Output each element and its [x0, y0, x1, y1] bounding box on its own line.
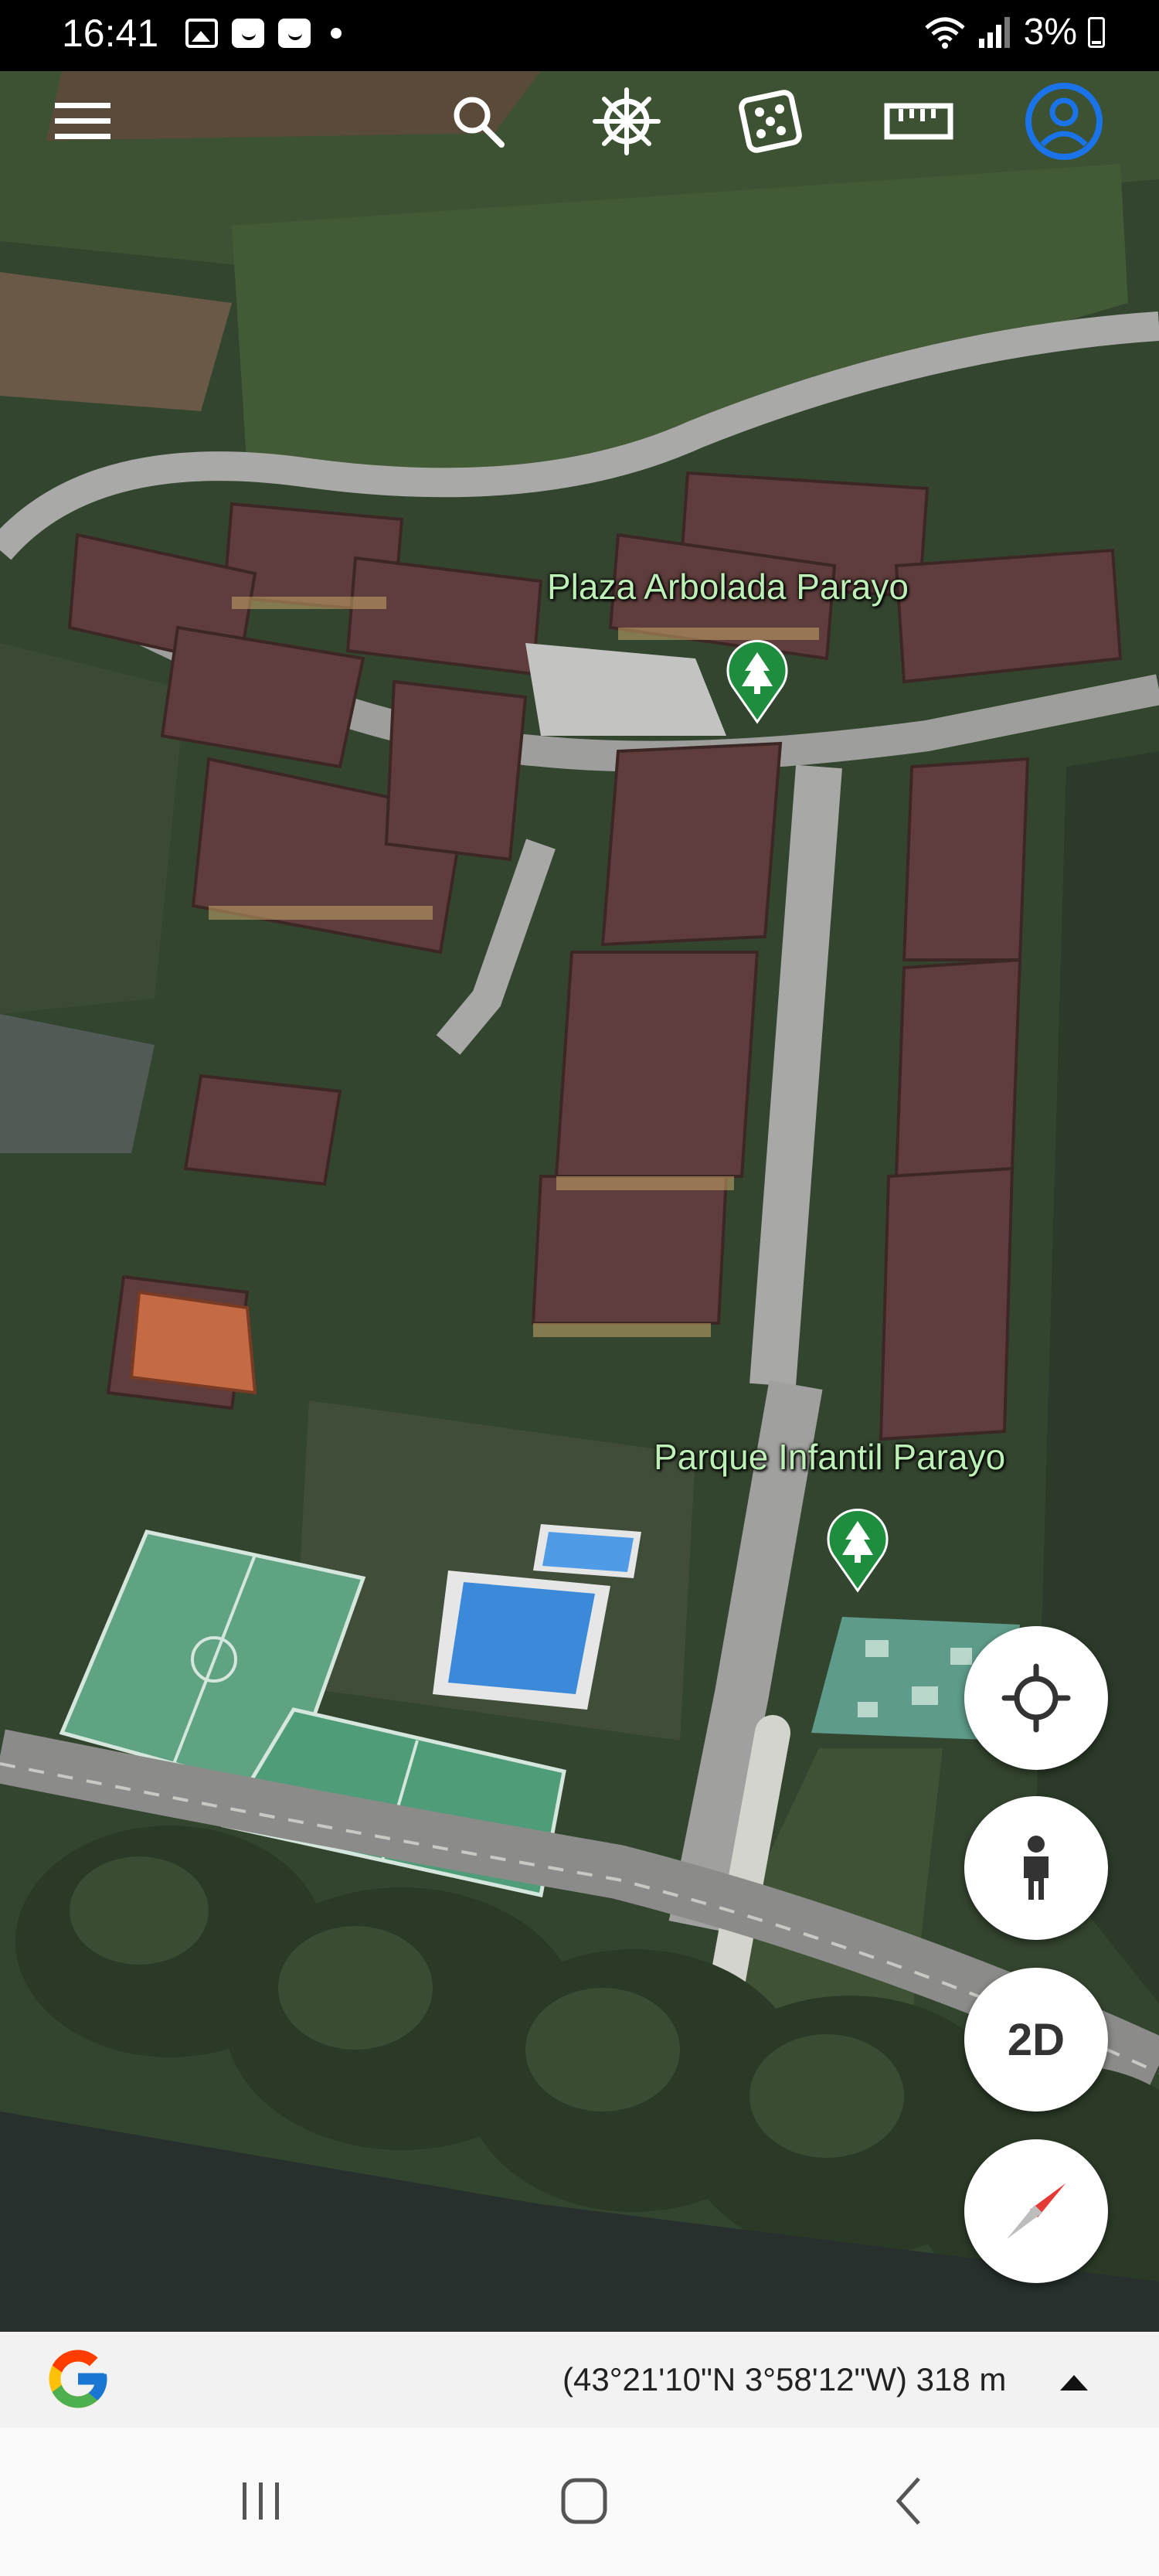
measure-button[interactable]	[876, 71, 961, 172]
ship-wheel-icon	[593, 87, 661, 155]
feeling-lucky-button[interactable]	[728, 71, 813, 172]
crosshair-icon	[1001, 1663, 1071, 1733]
signal-icon	[978, 16, 1010, 48]
voyager-button[interactable]	[584, 71, 669, 172]
smile-icon	[232, 19, 264, 48]
map-toolbar	[0, 71, 1159, 172]
status-bar: 16:41 3%	[0, 0, 1159, 71]
image-icon	[185, 19, 218, 48]
compass-icon	[1007, 2183, 1066, 2239]
system-nav-bar	[0, 2428, 1159, 2576]
coordinates-readout: (43°21'10"N 3°58'12"W) 318 m	[563, 2361, 1007, 2397]
view-mode-button[interactable]: 2D	[964, 1968, 1108, 2112]
smile-icon	[278, 19, 311, 48]
tree-pin-icon[interactable]	[827, 1509, 889, 1594]
compass-button[interactable]	[964, 2139, 1108, 2283]
recent-apps-button[interactable]	[215, 2459, 308, 2544]
back-button[interactable]	[862, 2459, 955, 2544]
home-button[interactable]	[538, 2459, 630, 2544]
pegman-icon	[1024, 1836, 1049, 1900]
status-right: 3%	[923, 11, 1105, 53]
account-button[interactable]	[1021, 71, 1106, 172]
info-bar: (43°21'10"N 3°58'12"W) 318 m	[0, 2332, 1159, 2428]
menu-icon	[55, 103, 110, 139]
more-notifications-dot	[331, 28, 342, 39]
status-time: 16:41	[62, 12, 159, 55]
view-mode-label: 2D	[1007, 2014, 1066, 2065]
dice-icon	[739, 90, 802, 153]
recent-apps-icon	[243, 2482, 279, 2520]
my-location-button[interactable]	[964, 1626, 1108, 1770]
place-label-parque[interactable]: Parque Infantil Parayo	[654, 1436, 1005, 1478]
back-icon	[896, 2477, 920, 2525]
ruler-icon	[884, 103, 953, 140]
tree-pin-icon[interactable]	[726, 640, 788, 725]
home-icon	[561, 2478, 607, 2524]
google-g-icon	[49, 2350, 107, 2408]
battery-percent: 3%	[1023, 12, 1077, 53]
menu-button[interactable]	[40, 71, 125, 172]
account-icon	[1025, 83, 1103, 160]
street-view-button[interactable]	[964, 1796, 1108, 1940]
battery-icon	[1088, 16, 1105, 48]
search-button[interactable]	[436, 71, 521, 172]
notification-icons	[185, 19, 342, 48]
place-label-plaza[interactable]: Plaza Arbolada Parayo	[547, 566, 909, 607]
expand-info-button[interactable]	[1060, 2375, 1088, 2391]
wifi-icon	[924, 17, 965, 49]
search-icon	[454, 97, 505, 148]
